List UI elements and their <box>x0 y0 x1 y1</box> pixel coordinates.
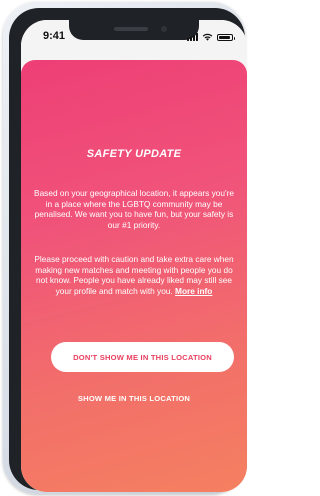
more-info-link[interactable]: More info <box>175 286 212 296</box>
show-in-location-button[interactable]: SHOW ME IN THIS LOCATION <box>21 394 247 403</box>
wifi-icon <box>202 33 213 41</box>
safety-message-text: Based on your geographical location, it … <box>34 188 234 230</box>
caution-message: Please proceed with caution and take ext… <box>33 254 235 296</box>
phone-screen: 9:41 SAFETY UPDATE Based on your geograp… <box>21 20 247 492</box>
dont-show-in-location-button[interactable]: DON'T SHOW ME IN THIS LOCATION <box>51 342 234 372</box>
modal-title: SAFETY UPDATE <box>86 148 182 160</box>
status-bar: 9:41 <box>21 20 247 58</box>
safety-message: Based on your geographical location, it … <box>33 188 235 230</box>
cellular-signal-icon <box>187 33 198 41</box>
status-icons <box>187 32 235 41</box>
notch <box>69 20 199 40</box>
phone-frame: 9:41 SAFETY UPDATE Based on your geograp… <box>3 2 247 494</box>
status-time: 9:41 <box>43 30 66 42</box>
speaker-grille <box>114 27 148 31</box>
safety-update-modal: SAFETY UPDATE Based on your geographical… <box>21 60 247 492</box>
phone-bezel: 9:41 SAFETY UPDATE Based on your geograp… <box>9 8 247 492</box>
battery-icon <box>217 34 235 41</box>
front-camera <box>161 26 167 32</box>
